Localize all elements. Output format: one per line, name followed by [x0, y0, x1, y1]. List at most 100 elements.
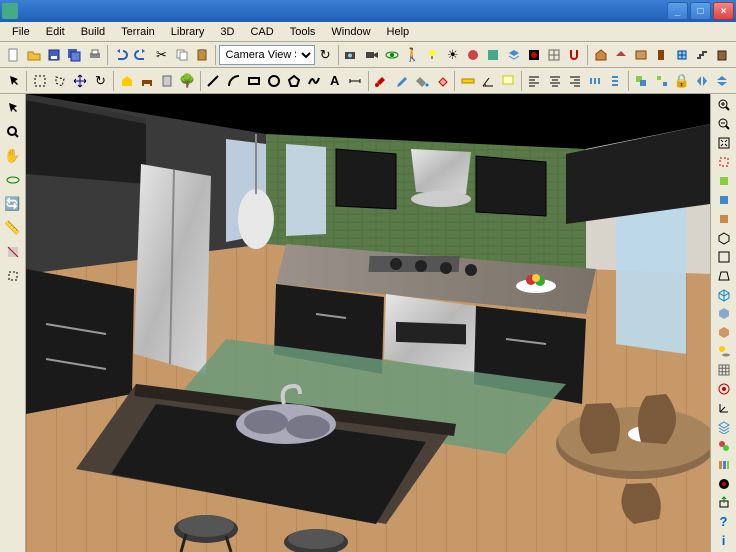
zoom-fit-icon[interactable] — [713, 135, 735, 152]
fill-icon[interactable] — [412, 70, 431, 92]
menu-tools[interactable]: Tools — [282, 24, 324, 40]
menu-cad[interactable]: CAD — [242, 24, 281, 40]
menu-window[interactable]: Window — [323, 24, 378, 40]
sun-icon[interactable]: ☀ — [443, 44, 462, 66]
move-icon[interactable] — [71, 70, 90, 92]
orbit-icon[interactable] — [382, 44, 401, 66]
measure-icon[interactable] — [458, 70, 477, 92]
snap-icon[interactable] — [565, 44, 584, 66]
rotate-icon[interactable]: ↻ — [91, 70, 110, 92]
window-tool-icon[interactable] — [672, 44, 691, 66]
roof-icon[interactable] — [611, 44, 630, 66]
export-icon[interactable] — [713, 494, 735, 511]
text-icon[interactable]: A — [325, 70, 344, 92]
paint-icon[interactable] — [371, 70, 390, 92]
dimension-icon[interactable] — [345, 70, 364, 92]
redo-icon[interactable] — [132, 44, 151, 66]
align-center-icon[interactable] — [545, 70, 564, 92]
snap-toggle-icon[interactable] — [713, 381, 735, 398]
cut-icon[interactable]: ✂ — [152, 44, 171, 66]
camera-view-dropdown[interactable]: Camera View Set — [219, 45, 315, 65]
refresh-icon[interactable]: ↻ — [316, 44, 335, 66]
layers-icon[interactable] — [713, 418, 735, 435]
render-panel-icon[interactable] — [713, 475, 735, 492]
save-icon[interactable] — [45, 44, 64, 66]
materials-panel-icon[interactable] — [713, 437, 735, 454]
shade-icon[interactable] — [713, 305, 735, 322]
save-all-icon[interactable] — [65, 44, 84, 66]
menu-edit[interactable]: Edit — [38, 24, 73, 40]
plant-icon[interactable]: 🌳 — [178, 70, 197, 92]
arc-icon[interactable] — [224, 70, 243, 92]
section-tool-icon[interactable] — [2, 241, 24, 263]
dist-h-icon[interactable] — [585, 70, 604, 92]
video-icon[interactable] — [362, 44, 381, 66]
circle-icon[interactable] — [264, 70, 283, 92]
wall-icon[interactable] — [631, 44, 650, 66]
open-icon[interactable] — [24, 44, 43, 66]
view-side-icon[interactable] — [713, 210, 735, 227]
wire-icon[interactable] — [713, 286, 735, 303]
spin-tool-icon[interactable]: 🔄 — [2, 193, 24, 215]
poly-icon[interactable] — [285, 70, 304, 92]
pointer-icon[interactable] — [4, 70, 23, 92]
grid-toggle-icon[interactable] — [713, 362, 735, 379]
new-icon[interactable] — [4, 44, 23, 66]
erase-icon[interactable] — [432, 70, 451, 92]
pan-tool-icon[interactable]: ✋ — [2, 145, 24, 167]
render-icon[interactable] — [524, 44, 543, 66]
line-icon[interactable] — [204, 70, 223, 92]
door-icon[interactable] — [652, 44, 671, 66]
viewport-3d[interactable] — [26, 94, 710, 552]
select-rect-icon[interactable] — [30, 70, 49, 92]
menu-library[interactable]: Library — [163, 24, 213, 40]
paste-icon[interactable] — [192, 44, 211, 66]
rect-icon[interactable] — [244, 70, 263, 92]
light-icon[interactable] — [423, 44, 442, 66]
undo-icon[interactable] — [111, 44, 130, 66]
select-poly-icon[interactable] — [50, 70, 69, 92]
close-button[interactable]: × — [713, 2, 734, 20]
print-icon[interactable] — [85, 44, 104, 66]
menu-help[interactable]: Help — [379, 24, 418, 40]
library-panel-icon[interactable] — [713, 456, 735, 473]
menu-terrain[interactable]: Terrain — [113, 24, 163, 40]
clip-tool-icon[interactable] — [2, 265, 24, 287]
measure-tool-icon[interactable]: 📏 — [2, 217, 24, 239]
house-tool-icon[interactable] — [117, 70, 136, 92]
view-front-icon[interactable] — [713, 192, 735, 209]
ungroup-icon[interactable] — [652, 70, 671, 92]
ortho-icon[interactable] — [713, 248, 735, 265]
cabinet-icon[interactable] — [713, 44, 732, 66]
axis-icon[interactable] — [713, 400, 735, 417]
lock-icon[interactable]: 🔒 — [672, 70, 691, 92]
texture-view-icon[interactable] — [713, 324, 735, 341]
view-top-icon[interactable] — [713, 173, 735, 190]
copy-icon[interactable] — [172, 44, 191, 66]
camera-icon[interactable] — [342, 44, 361, 66]
menu-file[interactable]: File — [4, 24, 38, 40]
furniture-icon[interactable] — [137, 70, 156, 92]
dropper-icon[interactable] — [392, 70, 411, 92]
grid-icon[interactable] — [544, 44, 563, 66]
texture-icon[interactable] — [484, 44, 503, 66]
maximize-button[interactable]: □ — [690, 2, 711, 20]
appliance-icon[interactable] — [157, 70, 176, 92]
home-icon[interactable] — [591, 44, 610, 66]
angle-icon[interactable] — [478, 70, 497, 92]
minimize-button[interactable]: _ — [667, 2, 688, 20]
zoom-tool-icon[interactable] — [2, 121, 24, 143]
material-icon[interactable] — [463, 44, 482, 66]
flip-h-icon[interactable] — [693, 70, 712, 92]
help-icon[interactable]: ? — [713, 513, 735, 530]
align-left-icon[interactable] — [525, 70, 544, 92]
flip-v-icon[interactable] — [713, 70, 732, 92]
persp-icon[interactable] — [713, 267, 735, 284]
menu-build[interactable]: Build — [73, 24, 113, 40]
group-icon[interactable] — [632, 70, 651, 92]
dist-v-icon[interactable] — [606, 70, 625, 92]
pointer-tool-icon[interactable] — [2, 97, 24, 119]
zoom-sel-icon[interactable] — [713, 154, 735, 171]
view-iso-icon[interactable] — [713, 229, 735, 246]
info-icon[interactable]: i — [713, 532, 735, 549]
